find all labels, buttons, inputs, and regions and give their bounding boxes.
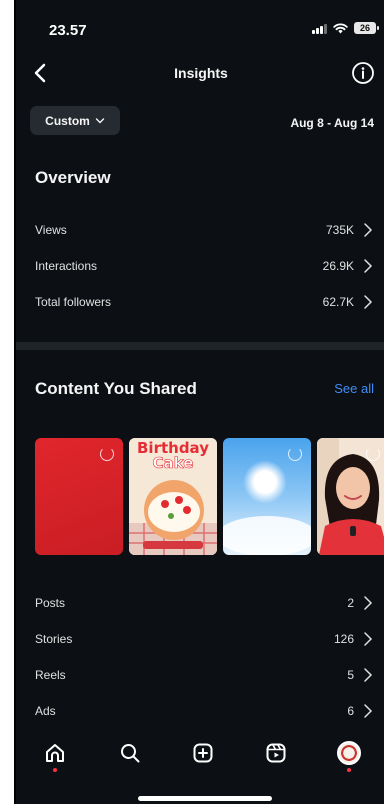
row-label: Ads	[35, 704, 56, 718]
see-all-link[interactable]: See all	[334, 381, 374, 396]
bottom-nav	[16, 730, 384, 790]
overview-row-followers[interactable]: Total followers 62.7K	[16, 285, 384, 321]
row-label: Stories	[35, 632, 73, 646]
signal-icon	[312, 23, 327, 34]
date-range: Aug 8 - Aug 14	[290, 116, 374, 130]
nav-create[interactable]	[188, 738, 218, 768]
content-row-reels[interactable]: Reels 5	[16, 658, 384, 694]
row-label: Views	[35, 223, 67, 237]
info-icon[interactable]	[350, 60, 376, 86]
row-value: 126	[333, 632, 354, 646]
overview-title: Overview	[35, 168, 111, 187]
nav-profile[interactable]	[334, 738, 364, 768]
notification-dot	[347, 768, 351, 772]
chevron-right-icon	[364, 632, 373, 646]
home-icon	[46, 744, 64, 762]
chevron-right-icon	[364, 259, 373, 273]
loading-icon	[288, 447, 302, 461]
page-title: Insights	[174, 65, 228, 81]
content-thumbnail[interactable]: Birthday Cake	[129, 438, 217, 555]
content-thumbnail[interactable]	[223, 438, 311, 555]
chevron-down-icon	[95, 117, 105, 123]
status-icons: 26	[312, 22, 379, 34]
row-value: 735K	[325, 223, 354, 237]
search-icon	[121, 744, 140, 763]
loading-icon	[100, 447, 114, 461]
chevron-right-icon	[364, 223, 373, 237]
row-label: Reels	[35, 668, 66, 682]
content-row-stories[interactable]: Stories 126	[16, 622, 384, 658]
content-thumbnail[interactable]	[35, 438, 123, 555]
overview-row-views[interactable]: Views 735K	[16, 213, 384, 249]
chevron-right-icon	[364, 295, 373, 309]
custom-range-button[interactable]: Custom	[30, 106, 120, 135]
row-label: Total followers	[35, 295, 112, 309]
section-divider	[16, 342, 384, 350]
custom-range-label: Custom	[45, 113, 90, 128]
row-value: 62.7K	[322, 295, 354, 309]
sun-glow	[243, 460, 287, 504]
row-value: 5	[347, 668, 354, 682]
nav-reels[interactable]	[261, 738, 291, 768]
status-time: 23.57	[49, 22, 87, 39]
cloud	[223, 516, 311, 555]
home-indicator	[138, 796, 272, 801]
chevron-right-icon	[364, 668, 373, 682]
wifi-icon	[333, 23, 348, 33]
reels-icon	[266, 743, 286, 763]
overview-row-interactions[interactable]: Interactions 26.9K	[16, 249, 384, 285]
profile-avatar	[337, 741, 361, 765]
content-row-posts[interactable]: Posts 2	[16, 586, 384, 622]
row-label: Posts	[35, 596, 66, 610]
row-value: 2	[347, 596, 354, 610]
create-icon	[193, 743, 213, 763]
content-title: Content You Shared	[35, 379, 197, 398]
content-thumbnail[interactable]	[317, 438, 384, 555]
insights-screen: 23.57 26 Insights Custom Aug 8 - Aug 14 …	[14, 0, 384, 804]
notification-dot	[53, 768, 57, 772]
content-row-ads[interactable]: Ads 6	[16, 694, 384, 730]
loading-icon	[366, 447, 380, 461]
thumb-title: Birthday Cake	[129, 441, 217, 471]
row-label: Interactions	[35, 259, 98, 273]
battery-icon: 26	[354, 22, 379, 34]
nav-search[interactable]	[115, 738, 145, 768]
chevron-right-icon	[364, 704, 373, 718]
row-value: 26.9K	[322, 259, 354, 273]
thumb-title-line: Cake	[152, 454, 194, 472]
chevron-right-icon	[364, 596, 373, 610]
nav-home[interactable]	[40, 738, 70, 768]
row-value: 6	[347, 704, 354, 718]
